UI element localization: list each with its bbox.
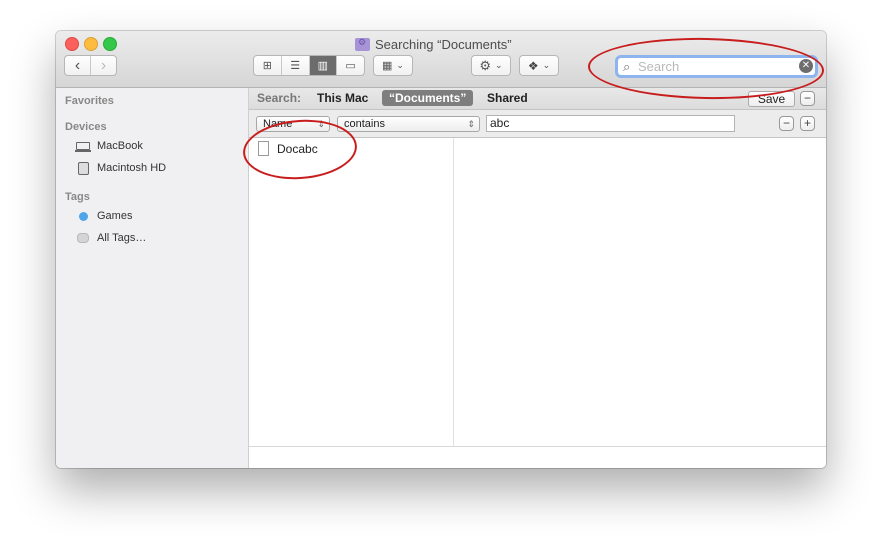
operator-popup[interactable]: contains ⇕ <box>337 116 480 132</box>
sidebar-item-label: Macintosh HD <box>97 162 167 174</box>
all-tags-icon <box>77 233 89 243</box>
title-bar: Searching “Documents” ‹ › ⊞ ☰ ▥ ▭ ▦ ⌄ ⚙ … <box>56 31 826 88</box>
magnifier-icon: ⌕ <box>623 59 631 74</box>
gear-icon: ⚙ <box>479 57 492 73</box>
updown-arrow-icon: ⇕ <box>467 119 475 129</box>
results-column: Docabc <box>249 138 454 446</box>
attribute-value: Name <box>263 118 293 130</box>
results-browser: Docabc <box>249 138 826 468</box>
scope-this-mac[interactable]: This Mac <box>317 91 368 105</box>
scope-documents[interactable]: “Documents” <box>382 90 474 106</box>
chevron-down-icon: ⌄ <box>495 60 503 70</box>
tags-heading: Tags <box>65 191 90 203</box>
sidebar-item-label: Games <box>97 210 133 222</box>
close-window-button[interactable] <box>65 37 79 51</box>
criteria-value-field[interactable]: abc <box>486 115 735 132</box>
sidebar-item-label: All Tags… <box>97 232 147 244</box>
column-view-icon[interactable]: ▥ <box>309 56 338 75</box>
file-name: Docabc <box>277 141 318 156</box>
list-item[interactable]: Docabc <box>258 141 318 156</box>
sidebar-item-label: MacBook <box>97 140 143 152</box>
document-icon <box>258 141 269 156</box>
attribute-popup[interactable]: Name ⇕ <box>256 116 330 132</box>
laptop-icon <box>75 142 91 152</box>
sidebar: Favorites Devices MacBook Macintosh HD T… <box>56 88 249 468</box>
operator-value: contains <box>344 118 385 130</box>
path-bar <box>249 446 826 468</box>
search-criteria-row: Name ⇕ contains ⇕ abc − + <box>249 110 826 138</box>
back-icon[interactable]: ‹ <box>65 56 90 75</box>
list-view-icon[interactable]: ☰ <box>282 56 310 75</box>
scope-shared[interactable]: Shared <box>487 91 528 105</box>
close-search-button[interactable]: − <box>800 91 815 106</box>
dropbox-icon: ❖ <box>527 58 539 73</box>
action-button[interactable]: ⚙ ⌄ <box>471 55 511 76</box>
search-input[interactable] <box>638 58 788 75</box>
remove-criteria-button[interactable]: − <box>779 116 794 131</box>
clear-search-icon[interactable]: ✕ <box>799 59 813 73</box>
forward-icon[interactable]: › <box>91 56 116 75</box>
minimize-window-button[interactable] <box>84 37 98 51</box>
hard-drive-icon <box>77 161 89 175</box>
cover-flow-icon[interactable]: ▭ <box>337 56 364 75</box>
sidebar-item-macbook[interactable]: MacBook <box>75 140 143 152</box>
arrange-icon: ▦ <box>382 60 393 72</box>
dropbox-button[interactable]: ❖ ⌄ <box>519 55 559 76</box>
scope-label: Search: <box>257 91 302 105</box>
search-scope-bar: Search: This Mac “Documents” Shared Save… <box>249 88 826 110</box>
sidebar-item-all-tags[interactable]: All Tags… <box>76 232 146 244</box>
finder-window: Searching “Documents” ‹ › ⊞ ☰ ▥ ▭ ▦ ⌄ ⚙ … <box>56 31 826 468</box>
sidebar-item-games[interactable]: Games <box>76 210 132 222</box>
zoom-window-button[interactable] <box>103 37 117 51</box>
updown-arrow-icon: ⇕ <box>317 119 325 129</box>
smart-folder-icon <box>355 37 370 51</box>
tag-dot-icon <box>78 211 88 221</box>
window-title: Searching “Documents” <box>355 36 512 52</box>
save-search-button[interactable]: Save <box>748 91 795 107</box>
devices-heading: Devices <box>65 121 107 133</box>
icon-view-icon[interactable]: ⊞ <box>254 56 282 75</box>
arrange-button[interactable]: ▦ ⌄ <box>373 55 413 76</box>
add-criteria-button[interactable]: + <box>800 116 815 131</box>
view-mode-segmented-control: ⊞ ☰ ▥ ▭ <box>253 55 365 76</box>
sidebar-item-macintosh-hd[interactable]: Macintosh HD <box>76 161 167 175</box>
chevron-down-icon: ⌄ <box>542 60 551 70</box>
chevron-down-icon: ⌄ <box>396 60 404 70</box>
search-field[interactable]: ⌕ ✕ <box>615 55 818 78</box>
navigation-buttons: ‹ › <box>64 55 117 76</box>
favorites-heading: Favorites <box>65 95 114 107</box>
window-title-text: Searching “Documents” <box>375 36 512 52</box>
